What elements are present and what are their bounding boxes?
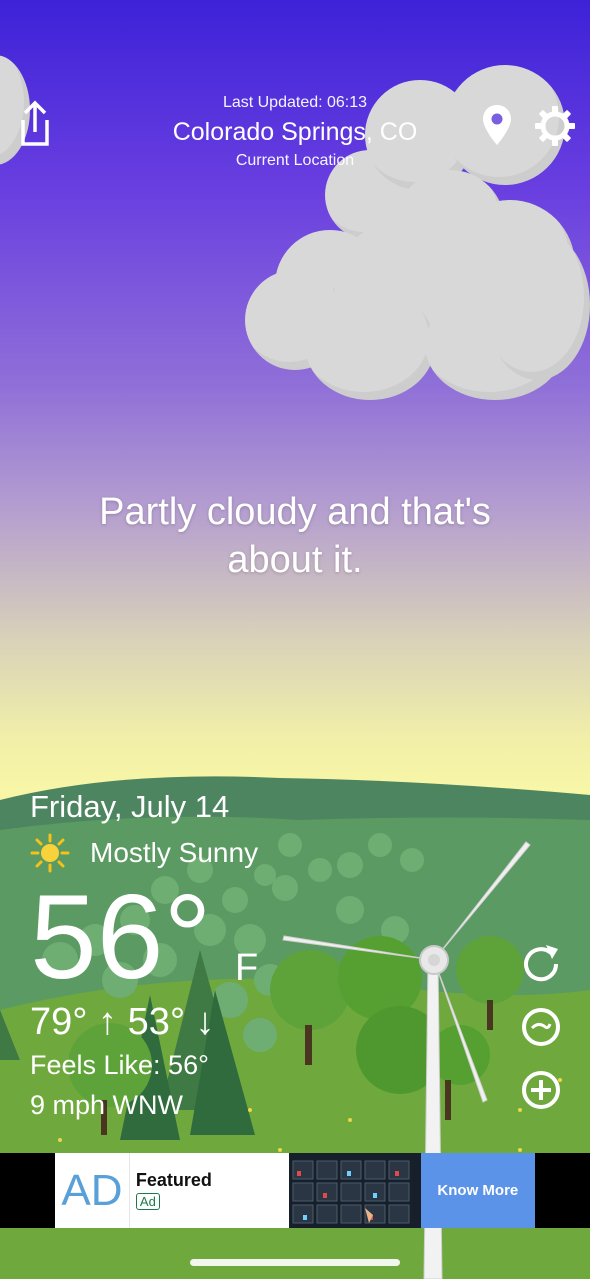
- ad-title: Featured: [135, 1170, 212, 1190]
- know-more-button[interactable]: Know More: [420, 1153, 535, 1228]
- refresh-button[interactable]: [518, 941, 564, 992]
- share-button[interactable]: [17, 100, 53, 148]
- radar-icon: [522, 1008, 560, 1046]
- wind-info: 9 mph WNW: [30, 1090, 184, 1120]
- ad-text: Featured Ad: [130, 1153, 289, 1228]
- ad-logo: AD: [55, 1153, 130, 1228]
- location-label: Current Location: [235, 152, 355, 169]
- refresh-icon: [524, 945, 559, 982]
- temperature-unit[interactable]: F: [235, 947, 258, 990]
- date-label: Friday, July 14: [30, 789, 230, 824]
- weather-headline: Partly cloudy and that's about it.: [99, 491, 491, 581]
- sun-icon: [30, 833, 70, 873]
- condition-row: Mostly Sunny: [30, 833, 258, 873]
- add-location-button[interactable]: [518, 1067, 564, 1118]
- home-indicator[interactable]: [190, 1259, 400, 1266]
- ad-image-graphic: [292, 1160, 410, 1224]
- feels-like: Feels Like: 56°: [30, 1050, 209, 1080]
- weather-summary: Friday, July 14 Mostly Sunny 56° F 79° ↑…: [30, 785, 258, 1125]
- high-low: 79° ↑ 53° ↓: [30, 1001, 215, 1043]
- gear-icon: [535, 106, 575, 146]
- ad-content[interactable]: AD Featured Ad Know More: [55, 1153, 535, 1228]
- condition-label: Mostly Sunny: [90, 837, 259, 868]
- ad-image: [288, 1153, 421, 1228]
- location-pin-icon: [483, 105, 511, 145]
- share-icon: [21, 100, 49, 146]
- ad-badge: Ad: [135, 1193, 160, 1210]
- add-icon: [522, 1071, 560, 1109]
- temperature: 56°: [30, 870, 212, 1004]
- settings-button[interactable]: [534, 105, 576, 147]
- location-button[interactable]: [482, 104, 512, 146]
- ad-banner[interactable]: AD Featured Ad Know More: [0, 1153, 590, 1228]
- radar-button[interactable]: [518, 1004, 564, 1055]
